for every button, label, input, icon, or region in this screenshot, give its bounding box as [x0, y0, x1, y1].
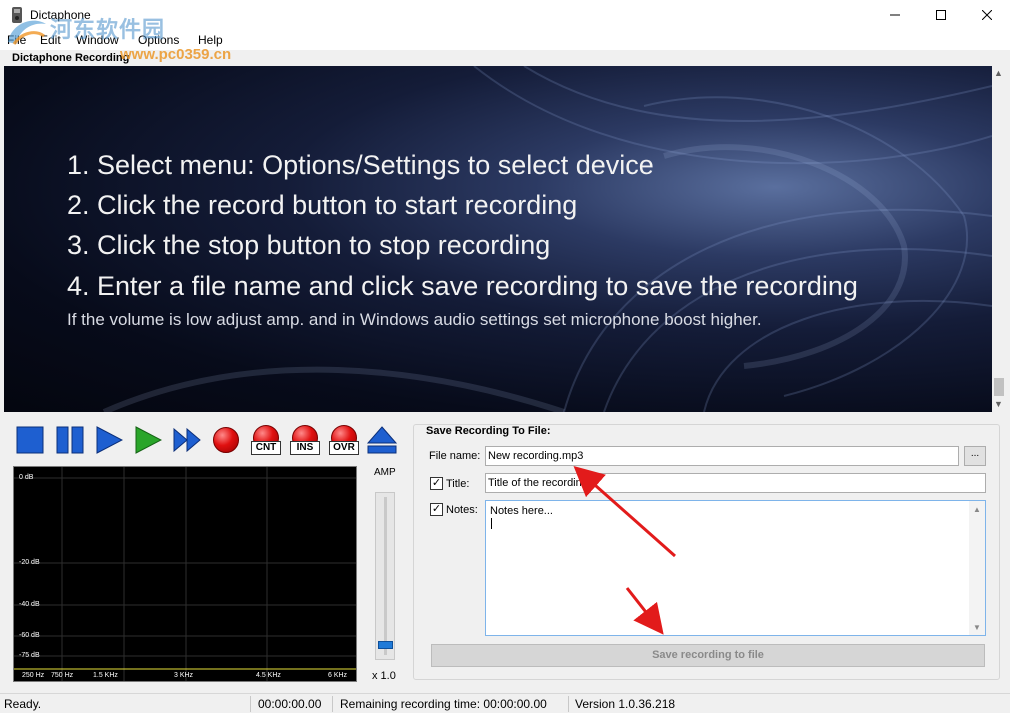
- play-icon: [96, 426, 123, 454]
- fast-forward-icon: [173, 427, 201, 453]
- title-input[interactable]: Title of the recording: [485, 473, 986, 493]
- watermark-text: 河东软件园: [50, 18, 166, 43]
- save-group-title: Save Recording To File:: [424, 425, 553, 437]
- overwrite-button[interactable]: OVR: [328, 424, 360, 456]
- amp-slider[interactable]: [375, 492, 395, 660]
- banner-step-3: 3. Click the stop button to stop recordi…: [67, 230, 551, 260]
- cnt-label: CNT: [251, 441, 281, 455]
- scroll-down-icon[interactable]: ▼: [994, 399, 1003, 409]
- db-label: -75 dB: [19, 652, 40, 659]
- hz-label: 250 Hz: [22, 672, 45, 679]
- hz-label: 1.5 KHz: [93, 672, 118, 679]
- notes-text: Notes here...: [490, 505, 553, 517]
- spectrum-grid: [14, 467, 356, 681]
- maximize-button[interactable]: [918, 0, 964, 30]
- notes-label: Notes:: [446, 504, 478, 516]
- play-button[interactable]: [93, 424, 125, 456]
- watermark-url: www.pc0359.cn: [120, 46, 232, 63]
- status-version: Version 1.0.36.218: [575, 697, 676, 711]
- play-green-icon: [135, 426, 162, 454]
- amp-slider-thumb[interactable]: [378, 641, 393, 650]
- db-label: -20 dB: [19, 559, 40, 566]
- close-icon: [982, 10, 992, 20]
- scroll-thumb[interactable]: [994, 378, 1004, 396]
- hz-label: 3 KHz: [174, 672, 194, 679]
- hz-label: 6 KHz: [328, 672, 348, 679]
- save-recording-button[interactable]: Save recording to file: [431, 644, 985, 667]
- continue-icon: CNT: [251, 425, 281, 455]
- overwrite-icon: OVR: [329, 425, 359, 455]
- stop-icon: [16, 426, 44, 454]
- db-label: -60 dB: [19, 632, 40, 639]
- notes-scroll-down-icon[interactable]: ▼: [973, 623, 981, 632]
- notes-scrollbar[interactable]: ▲ ▼: [969, 501, 985, 635]
- notes-textarea[interactable]: Notes here... ▲ ▼: [485, 500, 986, 636]
- ovr-label: OVR: [329, 441, 359, 455]
- status-elapsed: 00:00:00.00: [258, 697, 322, 711]
- stop-button[interactable]: [14, 424, 46, 456]
- hz-label: 750 Hz: [51, 672, 74, 679]
- title-checkbox[interactable]: ✓: [430, 477, 443, 490]
- section-label: Dictaphone Recording: [12, 52, 130, 64]
- file-name-label: File name:: [429, 450, 481, 462]
- banner-step-4: 4. Enter a file name and click save reco…: [67, 271, 858, 301]
- status-bar: Ready. 00:00:00.00 Remaining recording t…: [0, 693, 1010, 713]
- minimize-icon: [890, 14, 900, 16]
- amp-value: x 1.0: [372, 670, 396, 682]
- close-button[interactable]: [964, 0, 1010, 30]
- watermark-logo-icon: [8, 20, 46, 45]
- insert-icon: INS: [290, 425, 320, 455]
- ins-label: INS: [290, 441, 320, 455]
- text-caret: [491, 518, 492, 529]
- file-name-input[interactable]: New recording.mp3: [485, 446, 959, 466]
- minimize-button[interactable]: [872, 0, 918, 30]
- notes-scroll-up-icon[interactable]: ▲: [973, 505, 981, 514]
- continue-button[interactable]: CNT: [250, 424, 282, 456]
- notes-checkbox[interactable]: ✓: [430, 503, 443, 516]
- db-label: -40 dB: [19, 601, 40, 608]
- banner-scrollbar[interactable]: ▲ ▼: [992, 66, 1006, 412]
- status-remaining: Remaining recording time: 00:00:00.00: [340, 697, 547, 711]
- banner-volume-note: If the volume is low adjust amp. and in …: [67, 310, 762, 329]
- banner-step-1: 1. Select menu: Options/Settings to sele…: [67, 150, 654, 180]
- play-green-button[interactable]: [132, 424, 164, 456]
- amp-slider-groove: [384, 497, 387, 655]
- amp-label: AMP: [374, 467, 396, 478]
- hz-label: 4.5 KHz: [256, 672, 281, 679]
- eject-icon: [367, 426, 397, 454]
- pause-button[interactable]: [54, 424, 86, 456]
- menu-help[interactable]: Help: [198, 33, 223, 47]
- record-icon: [213, 427, 239, 453]
- db-label: 0 dB: [19, 474, 34, 481]
- browse-button[interactable]: ...: [964, 446, 986, 466]
- title-label: Title:: [446, 478, 470, 490]
- status-state: Ready.: [4, 697, 42, 711]
- scroll-up-icon[interactable]: ▲: [994, 68, 1003, 78]
- insert-button[interactable]: INS: [289, 424, 321, 456]
- instructions-banner: 1. Select menu: Options/Settings to sele…: [4, 66, 992, 412]
- pause-icon: [56, 426, 84, 454]
- eject-button[interactable]: [366, 424, 398, 456]
- banner-step-2: 2. Click the record button to start reco…: [67, 190, 578, 220]
- fast-forward-button[interactable]: [171, 424, 203, 456]
- record-button[interactable]: [210, 424, 242, 456]
- maximize-icon: [936, 10, 946, 20]
- spectrum-analyzer: 0 dB -20 dB -40 dB -60 dB -75 dB 250 Hz …: [13, 466, 357, 682]
